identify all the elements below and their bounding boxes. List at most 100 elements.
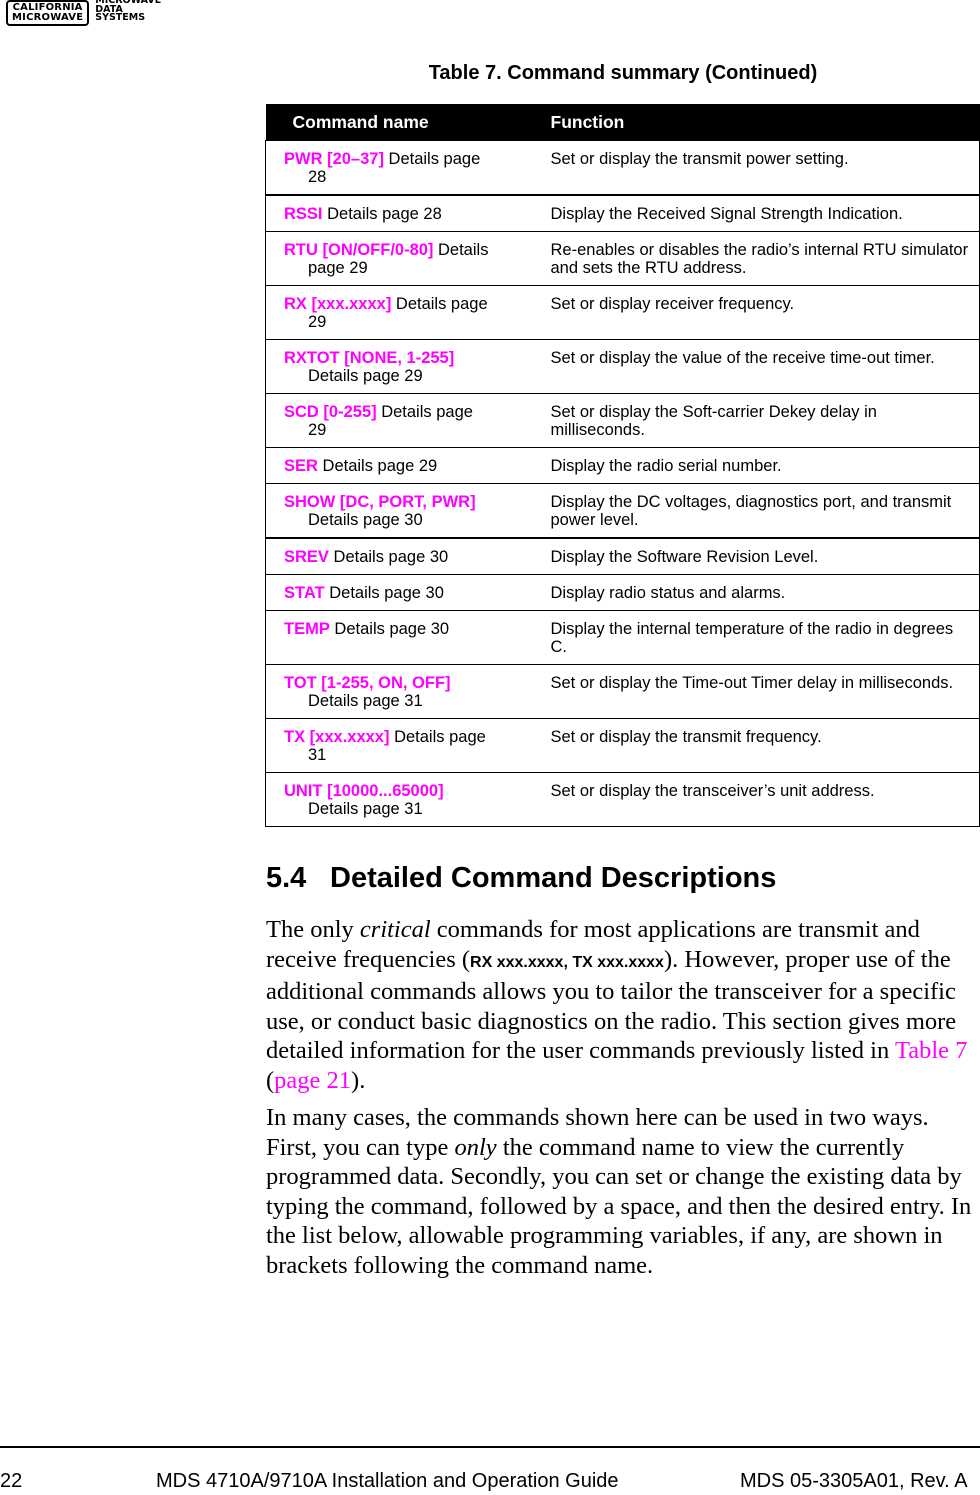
command-cell: SREV Details page 30 [265,537,551,575]
footer-divider [0,1446,980,1448]
table-row: STAT Details page 30 Display radio status… [265,574,980,611]
paragraph: In many cases, the commands shown here c… [266,1103,980,1280]
command-cell: RTU [ON/OFF/0-80] Details page 29 [265,231,551,286]
table-7-link[interactable]: Table 7 [895,1037,967,1064]
command-name-link[interactable]: SHOW [DC, PORT, PWR] [284,493,476,511]
details-page: Details page 29 [308,367,423,385]
function-cell: Set or display the value of the receive … [550,339,980,394]
function-cell: Display the DC voltages, diagnostics por… [550,483,980,538]
logo-box: CALIFORNIA MICROWAVE [6,0,90,26]
table-row: SREV Details page 30 Display the Software… [265,537,980,575]
command-name-link[interactable]: TEMP [284,620,330,638]
command-name-link[interactable]: SCD [0-255] [284,403,377,421]
function-cell: Re-enables or disables the radio’s inter… [550,231,980,286]
command-cell: TOT [1-255, ON, OFF] Details page 31 [265,664,551,719]
page-number: 22 [0,1470,23,1492]
function-cell: Display radio status and alarms. [550,574,980,611]
function-cell: Display the internal temperature of the … [550,610,980,665]
table-row: PWR [20–37] Details page 28 Set or display… [265,140,980,195]
command-summary-table: Command name Function PWR [20–37] Detail… [265,104,980,827]
table-row: TOT [1-255, ON, OFF] Details page 31 Set o… [265,664,980,719]
details-page: Details page 30 [308,511,423,529]
text: ). [351,1066,366,1094]
function-cell: Display the Received Signal Strength Ind… [550,194,980,232]
details-text: Details page 30 [324,584,444,602]
details-page: 29 [308,421,327,439]
command-name-link[interactable]: TOT [1-255, ON, OFF] [284,674,451,692]
table-row: RSSI Details page 28 Display the Received… [265,194,980,232]
details-text: Details page 29 [317,457,438,475]
text: The only [266,916,360,943]
table-row: TEMP Details page 30 Display the internal… [265,610,980,665]
column-header-command: Command name [265,104,551,141]
command-name-link[interactable]: TX [xxx.xxxx] [284,728,389,746]
table-header-row: Command name Function [265,104,980,141]
command-cell: TX [xxx.xxxx] Details page 31 [265,718,551,773]
details-page: 29 [308,313,327,331]
command-name-link[interactable]: SER [284,457,318,475]
command-cell: RSSI Details page 28 [265,194,551,232]
command-cell: UNIT [10000...65000] Details page 31 [265,772,551,827]
emphasis: critical [359,916,431,943]
command-name-link[interactable]: PWR [20–37] [284,150,384,168]
function-cell: Display the radio serial number. [550,447,980,484]
command-name-link[interactable]: RXTOT [NONE, 1-255] [284,349,454,367]
command-name-link[interactable]: RSSI [284,205,323,223]
function-cell: Set or display the transmit power settin… [550,140,980,195]
emphasis: only [454,1133,497,1161]
details-page: Details page 31 [308,800,423,818]
command-cell: TEMP Details page 30 [265,610,551,665]
command-name-link[interactable]: STAT [284,584,325,602]
function-cell: Display the Software Revision Level. [550,537,980,575]
details-text: Details [433,241,489,259]
details-page: page 29 [308,259,368,277]
command-name-link[interactable]: RTU [ON/OFF/0-80] [284,241,433,259]
command-cell: RXTOT [NONE, 1-255] Details page 29 [265,339,551,394]
details-page: 28 [308,168,327,186]
details-page: 31 [308,746,327,764]
command-cell: SCD [0-255] Details page 29 [265,393,551,448]
command-cell: SHOW [DC, PORT, PWR] Details page 30 [265,483,551,538]
section-heading: 5.4 Detailed Command Descriptions [266,862,776,895]
page-21-link[interactable]: page 21 [274,1067,351,1094]
table-row: SHOW [DC, PORT, PWR] Details page 30 Displ… [265,483,980,538]
table-row: RX [xxx.xxxx] Details page 29 Set or displ… [265,285,980,340]
command-name-link[interactable]: SREV [284,548,329,566]
table-row: SER Details page 29 Display the radio ser… [265,447,980,484]
table-row: TX [xxx.xxxx] Details page 31 Set or displ… [265,718,980,773]
function-cell: Set or display the transmit frequency. [550,718,980,773]
details-page: Details page 31 [308,692,423,710]
table-row: UNIT [10000...65000] Details page 31 Set o… [265,772,980,827]
logo-line: SYSTEMS [95,12,146,23]
text: ( [266,1066,275,1094]
table-caption: Table 7. Command summary (Continued) [428,62,818,84]
section-title: Detailed Command Descriptions [330,862,777,894]
section-number: 5.4 [266,862,307,894]
company-logo: CALIFORNIA MICROWAVE MICROWAVE DATA SYST… [6,0,161,30]
details-text: Details page [391,295,488,313]
details-text: Details page 30 [328,548,449,566]
command-name-link[interactable]: UNIT [10000...65000] [284,782,444,800]
paragraph: The only critical commands for most appl… [266,915,980,1095]
logo-text: MICROWAVE DATA SYSTEMS [95,0,161,23]
function-cell: Set or display receiver frequency. [550,285,980,340]
command-name-link[interactable]: RX [xxx.xxxx] [284,295,391,313]
inline-command: RX xxx.xxxx, TX xxx.xxxx [470,953,664,971]
function-cell: Set or display the transceiver’s unit ad… [550,772,980,827]
table-row: RTU [ON/OFF/0-80] Details page 29 Re-enabl… [265,231,980,286]
details-text: Details page 28 [322,205,442,223]
details-text: Details page [389,728,486,746]
details-text: Details page [376,403,473,421]
command-cell: RX [xxx.xxxx] Details page 29 [265,285,551,340]
details-text: Details page [383,150,481,168]
logo-line: MICROWAVE [12,12,84,23]
function-cell: Set or display the Time-out Timer delay … [550,664,980,719]
table-row: SCD [0-255] Details page 29 Set or display… [265,393,980,448]
command-cell: STAT Details page 30 [265,574,551,611]
command-cell: SER Details page 29 [265,447,551,484]
function-cell: Set or display the Soft-carrier Dekey de… [550,393,980,448]
command-cell: PWR [20–37] Details page 28 [265,140,551,195]
table-row: RXTOT [NONE, 1-255] Details page 29 Set or… [265,339,980,394]
details-text: Details page 30 [329,620,450,638]
guide-title: MDS 4710A/9710A Installation and Operati… [156,1470,619,1492]
